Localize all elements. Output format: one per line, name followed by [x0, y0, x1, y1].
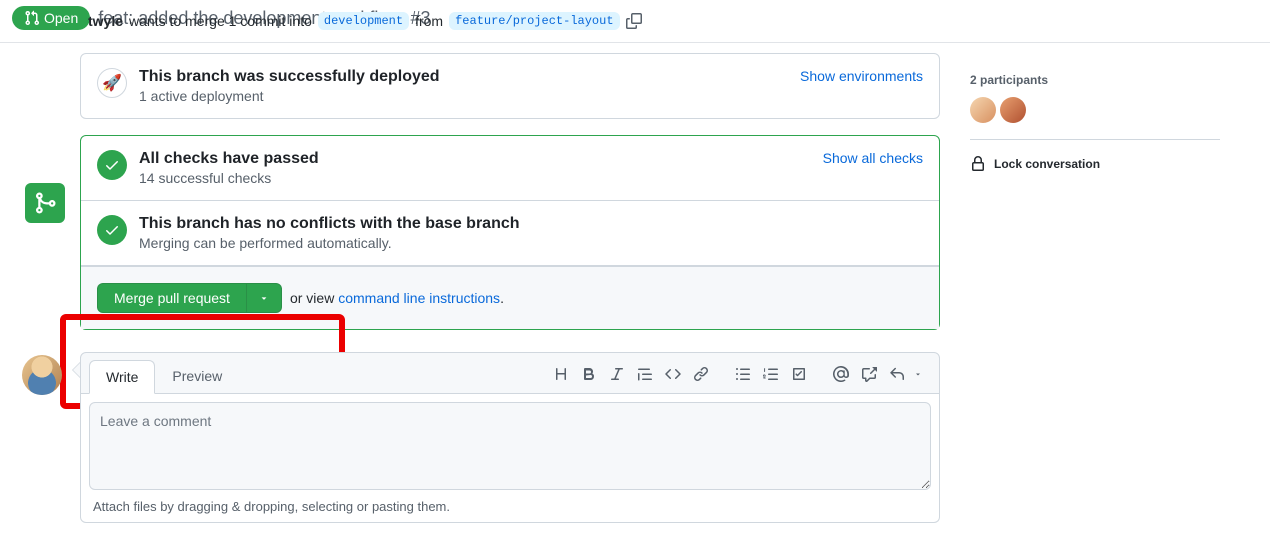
head-branch-pill[interactable]: feature/project-layout — [449, 12, 619, 30]
tab-write[interactable]: Write — [89, 360, 155, 394]
deploy-box: 🚀 This branch was successfully deployed … — [80, 53, 940, 119]
main-column: 🚀 This branch was successfully deployed … — [0, 53, 940, 523]
code-icon[interactable] — [659, 360, 687, 388]
merge-dropdown-button[interactable] — [247, 283, 282, 313]
heading-icon[interactable] — [547, 360, 575, 388]
separator — [970, 139, 1220, 140]
comment-box: Write Preview — [80, 352, 940, 523]
sidebar: 2 participants Lock conversation — [960, 53, 1220, 523]
arrow-left-icon — [72, 362, 80, 378]
tasklist-icon[interactable] — [785, 360, 813, 388]
merge-icon — [25, 183, 65, 223]
triangle-down-icon — [259, 293, 269, 303]
status-text: Open — [44, 10, 78, 26]
lock-label: Lock conversation — [994, 157, 1100, 171]
participants-row — [970, 97, 1220, 123]
copy-icon[interactable] — [626, 13, 642, 29]
show-environments-link[interactable]: Show environments — [800, 68, 923, 84]
attach-hint[interactable]: Attach files by dragging & dropping, sel… — [89, 493, 931, 514]
mention-icon[interactable] — [827, 360, 855, 388]
or-view-text: or view command line instructions. — [290, 290, 504, 306]
git-pull-request-icon — [24, 10, 40, 26]
conflicts-title: This branch has no conflicts with the ba… — [139, 215, 923, 233]
show-all-checks-link[interactable]: Show all checks — [823, 150, 923, 166]
base-branch-pill[interactable]: development — [318, 12, 409, 30]
md-toolbar — [547, 360, 931, 388]
checks-title: All checks have passed — [139, 150, 811, 168]
merge-status-box: All checks have passed 14 successful che… — [80, 135, 940, 330]
conflicts-subtitle: Merging can be performed automatically. — [139, 235, 923, 251]
cross-reference-icon[interactable] — [855, 360, 883, 388]
list-unordered-icon[interactable] — [729, 360, 757, 388]
lock-conversation-button[interactable]: Lock conversation — [970, 156, 1220, 172]
avatar[interactable] — [22, 355, 62, 395]
comment-tabs: Write Preview — [80, 352, 940, 394]
checks-subtitle: 14 successful checks — [139, 170, 811, 186]
tab-preview[interactable]: Preview — [155, 359, 239, 393]
link-icon[interactable] — [687, 360, 715, 388]
pr-header: Open feat: added the development workflo… — [0, 0, 1270, 43]
reply-icon[interactable] — [883, 360, 911, 388]
avatar[interactable] — [1000, 97, 1026, 123]
cli-instructions-link[interactable]: command line instructions — [338, 290, 500, 306]
bold-icon[interactable] — [575, 360, 603, 388]
list-ordered-icon[interactable] — [757, 360, 785, 388]
rocket-icon: 🚀 — [97, 68, 127, 98]
check-icon — [97, 150, 127, 180]
chevron-down-icon[interactable] — [911, 360, 925, 388]
merge-summary-line: twyle wants to merge 1 commit into devel… — [88, 12, 1258, 30]
italic-icon[interactable] — [603, 360, 631, 388]
participants-label: 2 participants — [970, 73, 1220, 87]
merge-action-row: Merge pull request or view command line … — [81, 266, 939, 329]
lock-icon — [970, 156, 986, 172]
comment-textarea[interactable] — [89, 402, 931, 490]
status-badge: Open — [12, 6, 90, 30]
merge-pull-request-button[interactable]: Merge pull request — [97, 283, 247, 313]
author-name: twyle — [88, 13, 123, 29]
check-icon — [97, 215, 127, 245]
deploy-title: This branch was successfully deployed — [139, 68, 788, 86]
deploy-subtitle: 1 active deployment — [139, 88, 788, 104]
quote-icon[interactable] — [631, 360, 659, 388]
avatar[interactable] — [970, 97, 996, 123]
